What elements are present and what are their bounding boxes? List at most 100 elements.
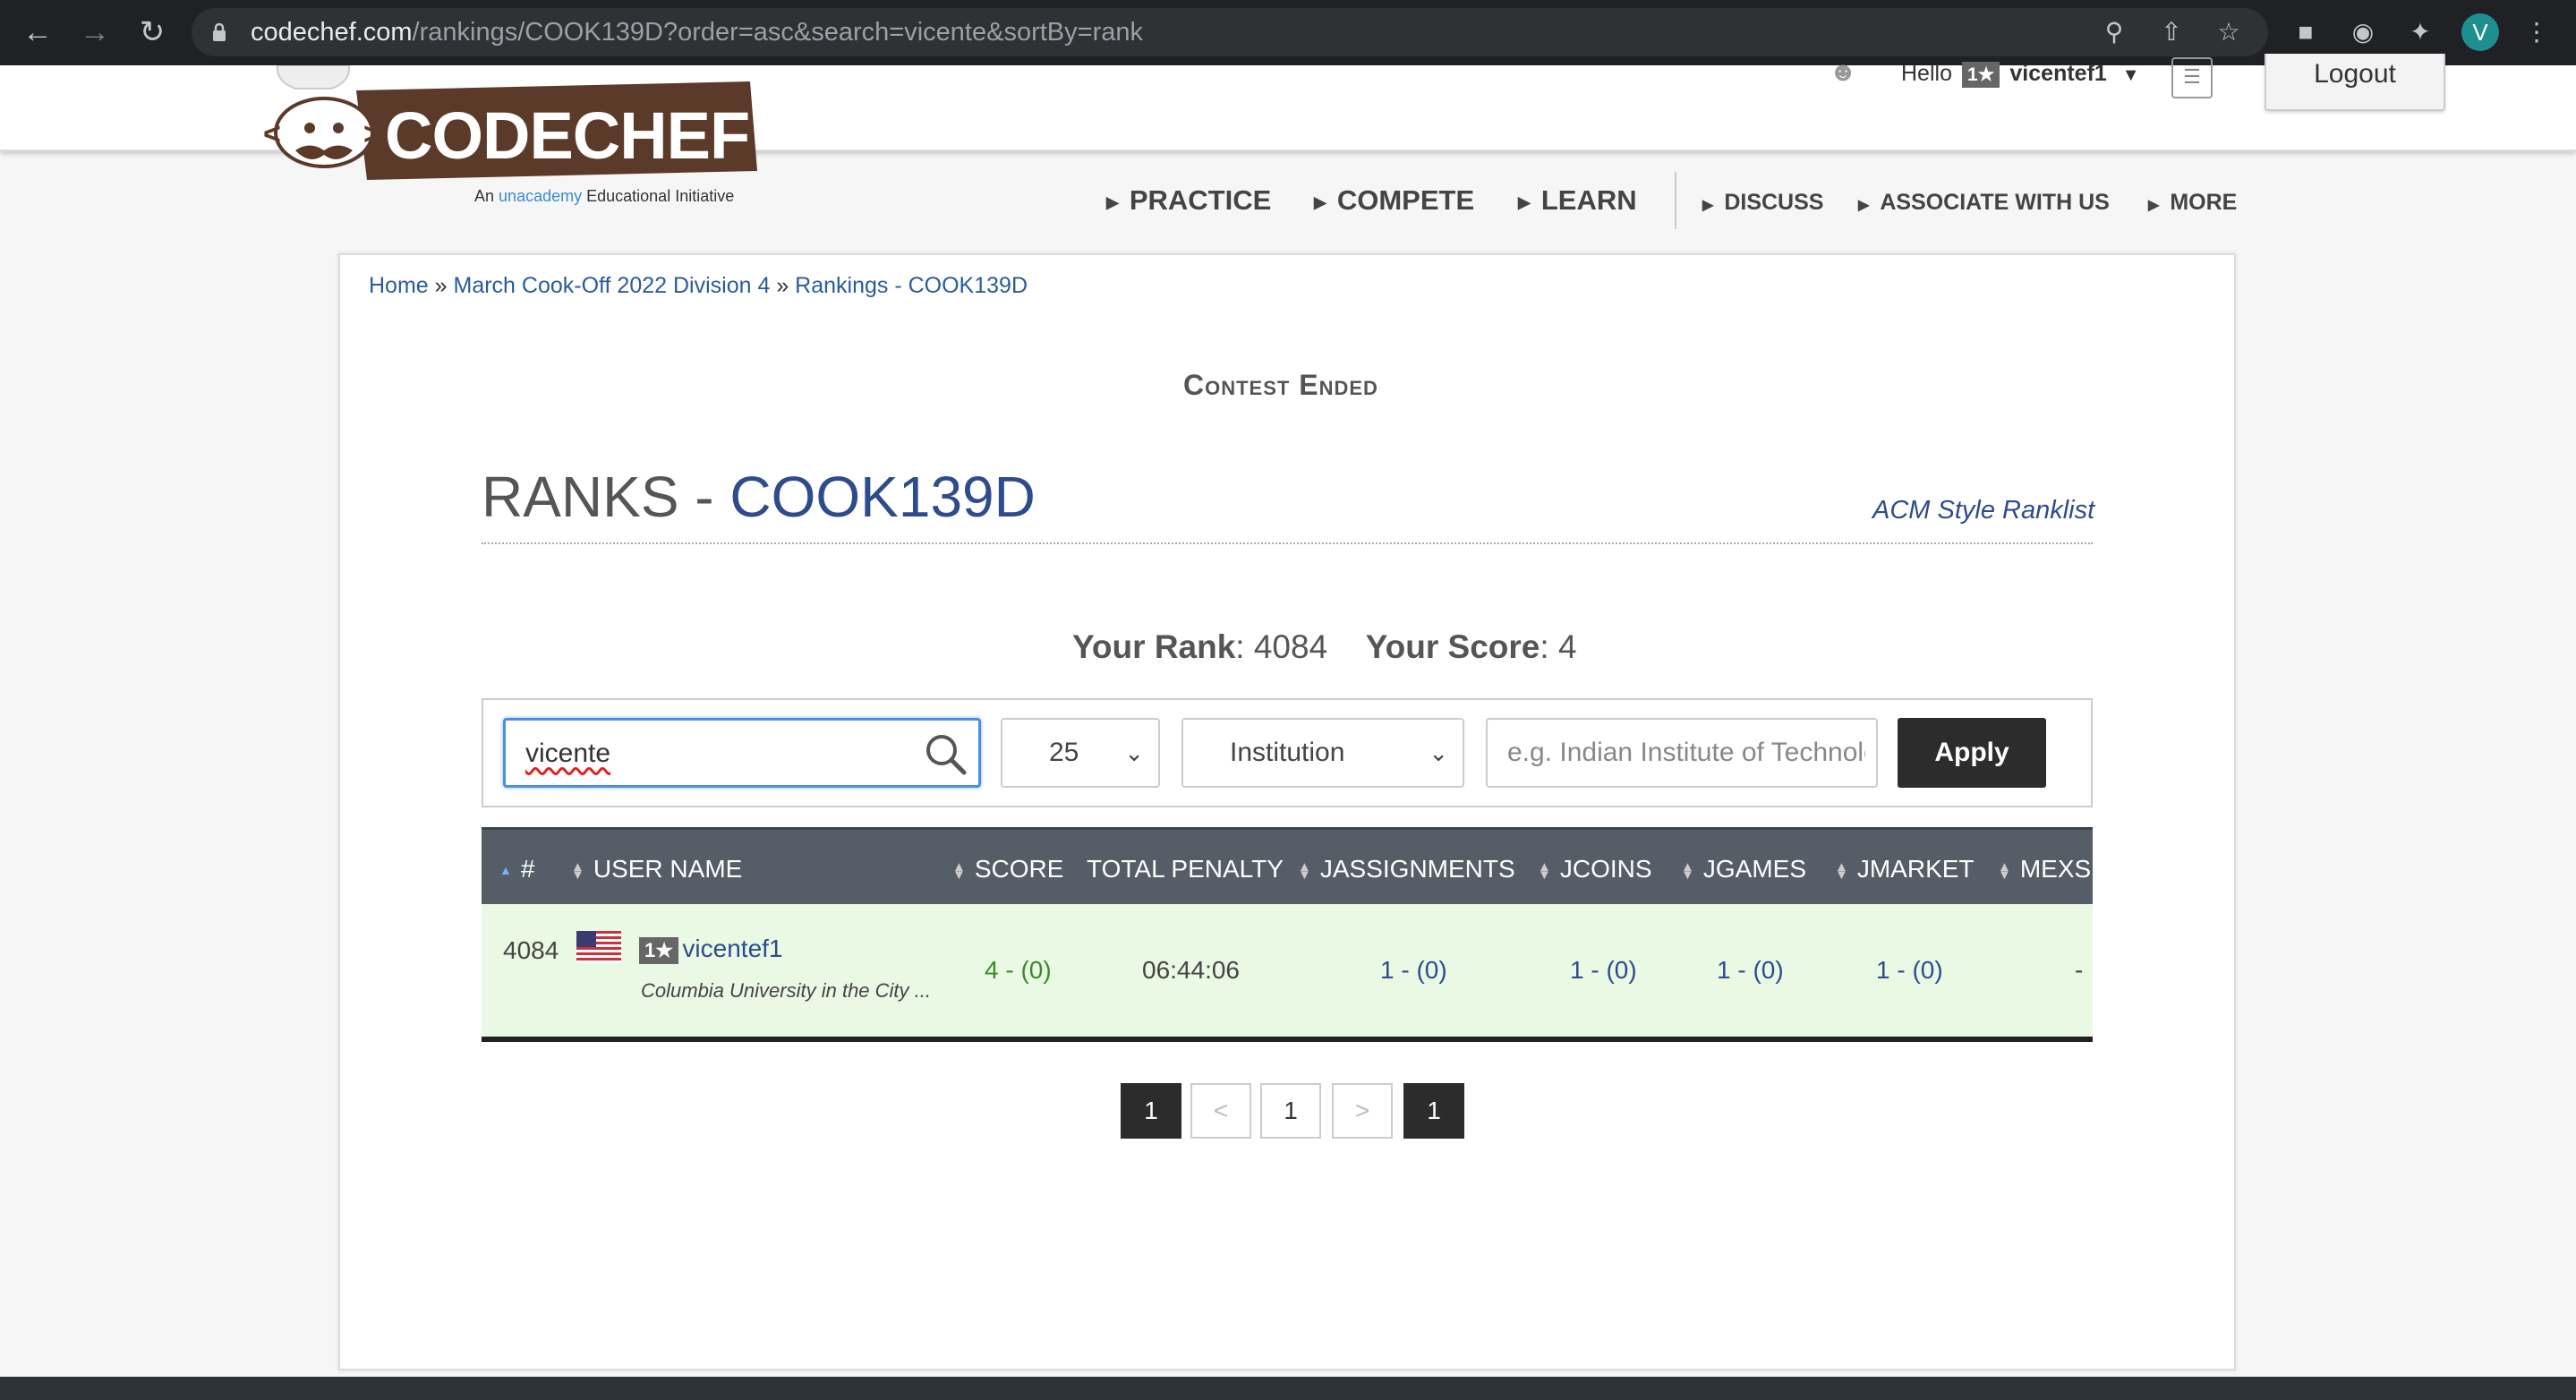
content-card: [338, 253, 2236, 1370]
nav-learn[interactable]: ▶ LEARN: [1518, 181, 1637, 220]
extensions-puzzle-icon[interactable]: ✦: [2404, 16, 2436, 48]
col-jassignments[interactable]: ▲ ▼ JASSIGNMENTS: [1298, 851, 1515, 887]
col-jgames-label: JGAMES: [1702, 855, 1806, 883]
row-jgames-value[interactable]: 1 - (0): [1717, 956, 1784, 984]
row-jcoins-value[interactable]: 1 - (0): [1570, 956, 1637, 984]
breadcrumb-rankings[interactable]: Rankings - COOK139D: [795, 273, 1028, 298]
sort-icon: ▲ ▼: [1538, 858, 1551, 883]
profile-avatar[interactable]: V: [2461, 13, 2499, 51]
breadcrumb-contest[interactable]: March Cook-Off 2022 Division 4: [454, 273, 771, 298]
browser-menu-icon[interactable]: ⋮: [2521, 16, 2553, 48]
share-icon[interactable]: ⇧: [2155, 16, 2188, 48]
nav-discuss[interactable]: ▶ DISCUSS: [1702, 184, 1823, 220]
notification-chef-icon[interactable]: ☻: [1826, 57, 1860, 93]
nav-practice[interactable]: ▶ PRACTICE: [1106, 181, 1271, 220]
logout-button[interactable]: Logout: [2265, 54, 2445, 111]
row-jassignments-value[interactable]: 1 - (0): [1380, 956, 1447, 984]
codechef-logo[interactable]: < > CODECHEF An unacademy Educational In…: [260, 64, 761, 213]
bookmark-star-icon[interactable]: ☆: [2213, 16, 2245, 48]
table-bottom-border: [482, 1037, 2093, 1042]
institution-input[interactable]: e.g. Indian Institute of Technology: [1486, 718, 1878, 788]
col-username[interactable]: ▲ ▼ USER NAME: [571, 851, 742, 887]
sort-icon: ▲ ▼: [571, 858, 584, 883]
nav-learn-label: LEARN: [1540, 184, 1637, 216]
pagination-last[interactable]: 1: [1403, 1083, 1464, 1139]
extension-square-icon[interactable]: ■: [2290, 16, 2322, 48]
acm-ranklist-link[interactable]: ACM Style Ranklist: [1872, 496, 2094, 525]
row-mexs: -: [2075, 956, 2084, 984]
sort-icon: ▲ ▼: [1835, 858, 1848, 883]
nav-practice-label: PRACTICE: [1129, 184, 1272, 216]
browser-toolbar: ← → ↻ codechef.com/rankings/COOK139D?ord…: [0, 0, 2576, 65]
nav-more[interactable]: ▶ MORE: [2148, 184, 2237, 220]
zoom-icon[interactable]: ⚲: [2098, 16, 2130, 48]
institution-placeholder: e.g. Indian Institute of Technology: [1507, 738, 1865, 767]
col-penalty-label: TOTAL PENALTY: [1087, 855, 1284, 883]
breadcrumb-separator: »: [776, 273, 789, 298]
table-row: 4084 1★ vicentef1 Columbia University in…: [482, 904, 2093, 1038]
col-total-penalty[interactable]: TOTAL PENALTY: [1087, 851, 1284, 887]
extension-glasses-icon[interactable]: ◉: [2347, 16, 2379, 48]
page-size-select[interactable]: 25 ⌄: [1001, 718, 1160, 788]
contest-code-link[interactable]: COOK139D: [729, 465, 1035, 529]
pagination-current[interactable]: 1: [1260, 1083, 1321, 1139]
nav-arrow-icon: ▶: [1702, 198, 1714, 213]
search-input[interactable]: vicente: [503, 718, 981, 788]
sort-icon: ▲ ▼: [1298, 858, 1311, 883]
forward-arrow-icon[interactable]: →: [75, 13, 115, 52]
rank-summary: Your Rank: 4084 Your Score: 4: [1072, 628, 1577, 665]
user-star-badge: 1★: [1961, 62, 2000, 88]
rank-label: Your Rank: [1072, 628, 1236, 665]
nav-discuss-label: DISCUSS: [1724, 190, 1824, 215]
row-star-badge: 1★: [639, 937, 678, 964]
breadcrumb-home[interactable]: Home: [369, 273, 429, 298]
svg-text:>: >: [363, 117, 381, 151]
user-dropdown-icon: ▼: [2121, 65, 2140, 85]
col-jgames[interactable]: ▲ ▼ JGAMES: [1681, 851, 1806, 887]
row-penalty: 06:44:06: [1142, 956, 1240, 984]
back-arrow-icon[interactable]: ←: [18, 13, 57, 52]
checklist-icon[interactable]: ☰: [2171, 57, 2213, 98]
nav-arrow-icon: ▶: [1518, 193, 1531, 211]
col-jmarket-label: JMARKET: [1856, 855, 1975, 883]
svg-text:<: <: [263, 117, 281, 151]
page-size-value: 25: [1049, 738, 1079, 767]
reload-icon[interactable]: ↻: [132, 13, 172, 52]
col-rank[interactable]: ▲ #: [499, 851, 534, 887]
filter-type-select[interactable]: Institution ⌄: [1181, 718, 1464, 788]
row-user[interactable]: 1★ vicentef1: [639, 935, 783, 964]
sort-asc-icon: ▲: [499, 863, 512, 878]
title-prefix: RANKS -: [482, 465, 730, 529]
logo-wordmark: CODECHEF: [385, 98, 750, 173]
ranking-table-header: ▲ # ▲ ▼ USER NAME ▲ ▼ SCORE TOTAL PENALTY ▲ ▼ J…: [482, 827, 2093, 904]
lock-icon: [213, 22, 226, 41]
nav-associate[interactable]: ▶ ASSOCIATE WITH US: [1858, 184, 2110, 220]
row-jmarket-value[interactable]: 1 - (0): [1876, 956, 1943, 984]
pagination-prev[interactable]: <: [1190, 1083, 1251, 1139]
us-flag-icon: [576, 931, 621, 963]
row-jgames: 1 - (0): [1717, 956, 1784, 985]
address-bar[interactable]: codechef.com/rankings/COOK139D?order=asc…: [192, 8, 2268, 56]
col-score[interactable]: ▲ ▼ SCORE: [952, 851, 1063, 887]
sort-icon: ▲ ▼: [952, 858, 966, 883]
col-rank-label: #: [520, 855, 535, 883]
nav-arrow-icon: ▶: [1106, 193, 1119, 211]
col-jcoins[interactable]: ▲ ▼ JCOINS: [1538, 851, 1652, 887]
tagline-suffix: Educational Initiative: [586, 187, 735, 205]
contest-status: Contest Ended: [1183, 369, 1378, 401]
breadcrumb: Home » March Cook-Off 2022 Division 4 » …: [369, 273, 1028, 299]
col-mexs[interactable]: ▲ ▼ MEXS: [1998, 851, 2093, 887]
col-username-label: USER NAME: [593, 855, 743, 883]
row-jmarket: 1 - (0): [1876, 956, 1943, 985]
pagination-next[interactable]: >: [1332, 1083, 1393, 1139]
tagline-prefix: An: [474, 187, 495, 205]
row-username-link[interactable]: vicentef1: [682, 935, 782, 962]
pagination-first[interactable]: 1: [1121, 1083, 1181, 1139]
row-jassignments: 1 - (0): [1380, 956, 1447, 985]
user-greeting[interactable]: Hello 1★ vicentef1 ▼: [1901, 61, 2140, 88]
search-icon[interactable]: [923, 731, 968, 776]
col-jmarket[interactable]: ▲ ▼ JMARKET: [1835, 851, 1975, 887]
col-jcoins-label: JCOINS: [1559, 855, 1652, 883]
nav-compete[interactable]: ▶ COMPETE: [1314, 181, 1474, 220]
apply-button[interactable]: Apply: [1898, 718, 2046, 788]
